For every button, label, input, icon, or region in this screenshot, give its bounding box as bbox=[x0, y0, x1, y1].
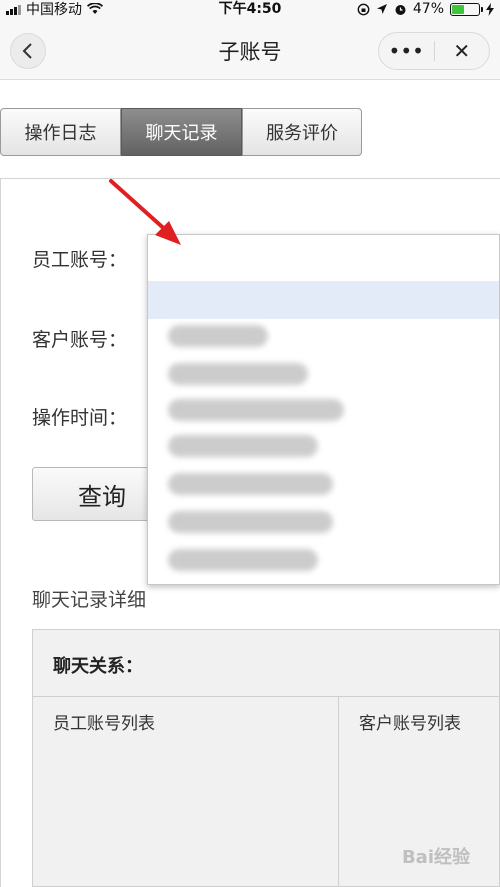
dropdown-option[interactable] bbox=[168, 435, 318, 457]
battery-icon bbox=[450, 2, 483, 16]
customer-account-label: 客户账号： bbox=[32, 329, 128, 351]
charging-icon bbox=[486, 2, 494, 16]
dropdown-option[interactable] bbox=[168, 549, 318, 571]
status-bar: 中国移动 下午4:50 47% bbox=[0, 0, 500, 18]
employee-list-header: 员工账号列表 bbox=[53, 714, 155, 734]
chat-relation-label: 聊天关系： bbox=[53, 656, 143, 677]
dropdown-option[interactable] bbox=[168, 363, 308, 385]
mini-program-capsule: ••• ✕ bbox=[378, 32, 490, 70]
employee-account-input[interactable] bbox=[148, 235, 499, 281]
customer-list-header: 客户账号列表 bbox=[359, 714, 461, 734]
tab-service-rating[interactable]: 服务评价 bbox=[242, 108, 362, 156]
alarm-icon bbox=[395, 4, 406, 15]
annotation-arrow-icon bbox=[109, 179, 181, 245]
tab-bar: 操作日志 聊天记录 服务评价 bbox=[0, 108, 362, 156]
operation-time-label: 操作时间： bbox=[32, 407, 128, 429]
lock-rotation-icon bbox=[357, 3, 370, 15]
dropdown-option[interactable] bbox=[168, 473, 333, 495]
dropdown-option-selected[interactable] bbox=[148, 281, 499, 319]
chat-relation-header: 聊天关系： bbox=[33, 630, 500, 697]
chat-detail-title: 聊天记录详细 bbox=[32, 589, 147, 611]
battery-percent: 47% bbox=[412, 1, 444, 17]
dropdown-option[interactable] bbox=[168, 325, 268, 347]
dropdown-option[interactable] bbox=[168, 511, 333, 533]
nav-bar: 子账号 ••• ✕ bbox=[0, 18, 500, 80]
battery-level bbox=[452, 4, 465, 14]
close-icon: ✕ bbox=[453, 39, 471, 63]
close-button[interactable]: ✕ bbox=[435, 33, 490, 69]
tab-operation-log[interactable]: 操作日志 bbox=[0, 108, 121, 156]
more-button[interactable]: ••• bbox=[379, 33, 434, 69]
location-icon bbox=[376, 4, 387, 14]
tab-chat-records[interactable]: 聊天记录 bbox=[121, 108, 242, 156]
more-icon: ••• bbox=[388, 39, 424, 63]
dropdown-option[interactable] bbox=[168, 399, 344, 421]
watermark: Bai经验 bbox=[401, 847, 470, 868]
employee-list-column: 员工账号列表 bbox=[33, 697, 339, 887]
employee-account-dropdown[interactable] bbox=[147, 234, 500, 585]
